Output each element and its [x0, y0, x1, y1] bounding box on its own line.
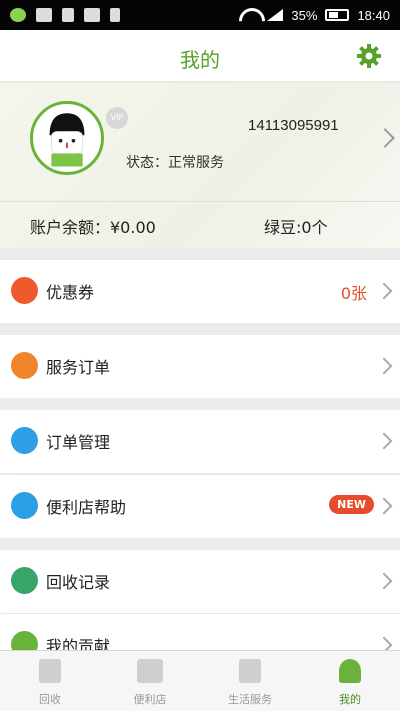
wechat-icon: [10, 8, 26, 22]
menu-item-coupon[interactable]: 优惠券 0张: [0, 260, 400, 323]
menu-item-order-management[interactable]: 订单管理: [0, 410, 400, 473]
service-status: 状态：正常服务: [126, 155, 224, 171]
building-icon: [239, 659, 261, 683]
menu-item-label: 便利店帮助: [46, 498, 127, 517]
tab-label: 回收: [39, 693, 61, 706]
vip-badge: VIP: [106, 107, 128, 129]
gear-icon[interactable]: [356, 43, 382, 69]
signal-icon: [267, 9, 284, 21]
chevron-right-icon: [375, 572, 393, 590]
status-bar: 35% 18:40: [0, 0, 400, 30]
menu-item-label: 服务订单: [46, 358, 111, 377]
tab-recycle[interactable]: 回收: [0, 651, 100, 711]
tab-label: 生活服务: [228, 693, 272, 706]
store-icon: [11, 492, 38, 519]
green-beans: 绿豆:0个: [264, 218, 328, 237]
tab-label: 便利店: [133, 693, 167, 706]
new-badge: NEW: [329, 495, 374, 514]
document-icon: [11, 567, 38, 594]
chevron-right-icon: [375, 432, 393, 450]
account-balance: 账户余额：¥0.00: [30, 218, 156, 237]
menu-item-label: 我的贡献: [46, 637, 111, 650]
coupon-count: 0张: [340, 284, 367, 303]
user-icon: [339, 659, 361, 683]
profile-card[interactable]: VIP 14113095991 状态：正常服务 账户余额：¥0.00 绿豆:0个: [0, 83, 400, 248]
tab-convenience-store[interactable]: 便利店: [100, 651, 200, 711]
usb-icon: [110, 8, 120, 22]
printer-icon: [84, 8, 100, 22]
tab-mine[interactable]: 我的: [300, 651, 400, 711]
chevron-right-icon: [375, 128, 395, 148]
chevron-right-icon: [375, 497, 393, 515]
notification-icons: [10, 8, 120, 22]
chevron-right-icon: [375, 636, 393, 650]
avatar[interactable]: [30, 101, 104, 175]
phone-number: 14113095991: [248, 117, 339, 134]
page-title: 我的: [180, 48, 220, 72]
menu-item-service-orders[interactable]: 服务订单: [0, 335, 400, 398]
leaf-icon: [11, 631, 38, 650]
clock: 18:40: [357, 7, 390, 23]
balance-row: 账户余额：¥0.00 绿豆:0个: [0, 201, 400, 248]
bag-icon: [11, 427, 38, 454]
image-icon: [36, 8, 52, 22]
menu-item-label: 回收记录: [46, 573, 111, 592]
trash-bin-icon: [39, 659, 61, 683]
tab-label: 我的: [339, 693, 361, 706]
sd-card-icon: [62, 8, 74, 22]
menu-item-store-help[interactable]: 便利店帮助 NEW: [0, 475, 400, 538]
ticket-icon: [11, 277, 38, 304]
cartoon-avatar-icon: [49, 113, 85, 167]
battery-percent: 35%: [291, 7, 318, 23]
menu-item-label: 优惠券: [46, 283, 95, 302]
clipboard-icon: [11, 352, 38, 379]
menu-item-my-contribution[interactable]: 我的贡献: [0, 614, 400, 650]
battery-icon: [325, 9, 350, 21]
menu-item-recycle-records[interactable]: 回收记录: [0, 550, 400, 613]
chevron-right-icon: [375, 282, 393, 300]
chevron-right-icon: [375, 357, 393, 375]
wifi-icon: [239, 8, 259, 22]
bottom-tab-bar: 回收 便利店 生活服务 我的: [0, 650, 400, 711]
title-bar: 我的: [0, 30, 400, 82]
menu-item-label: 订单管理: [46, 433, 111, 452]
storefront-icon: [137, 659, 163, 683]
tab-life-services[interactable]: 生活服务: [200, 651, 300, 711]
